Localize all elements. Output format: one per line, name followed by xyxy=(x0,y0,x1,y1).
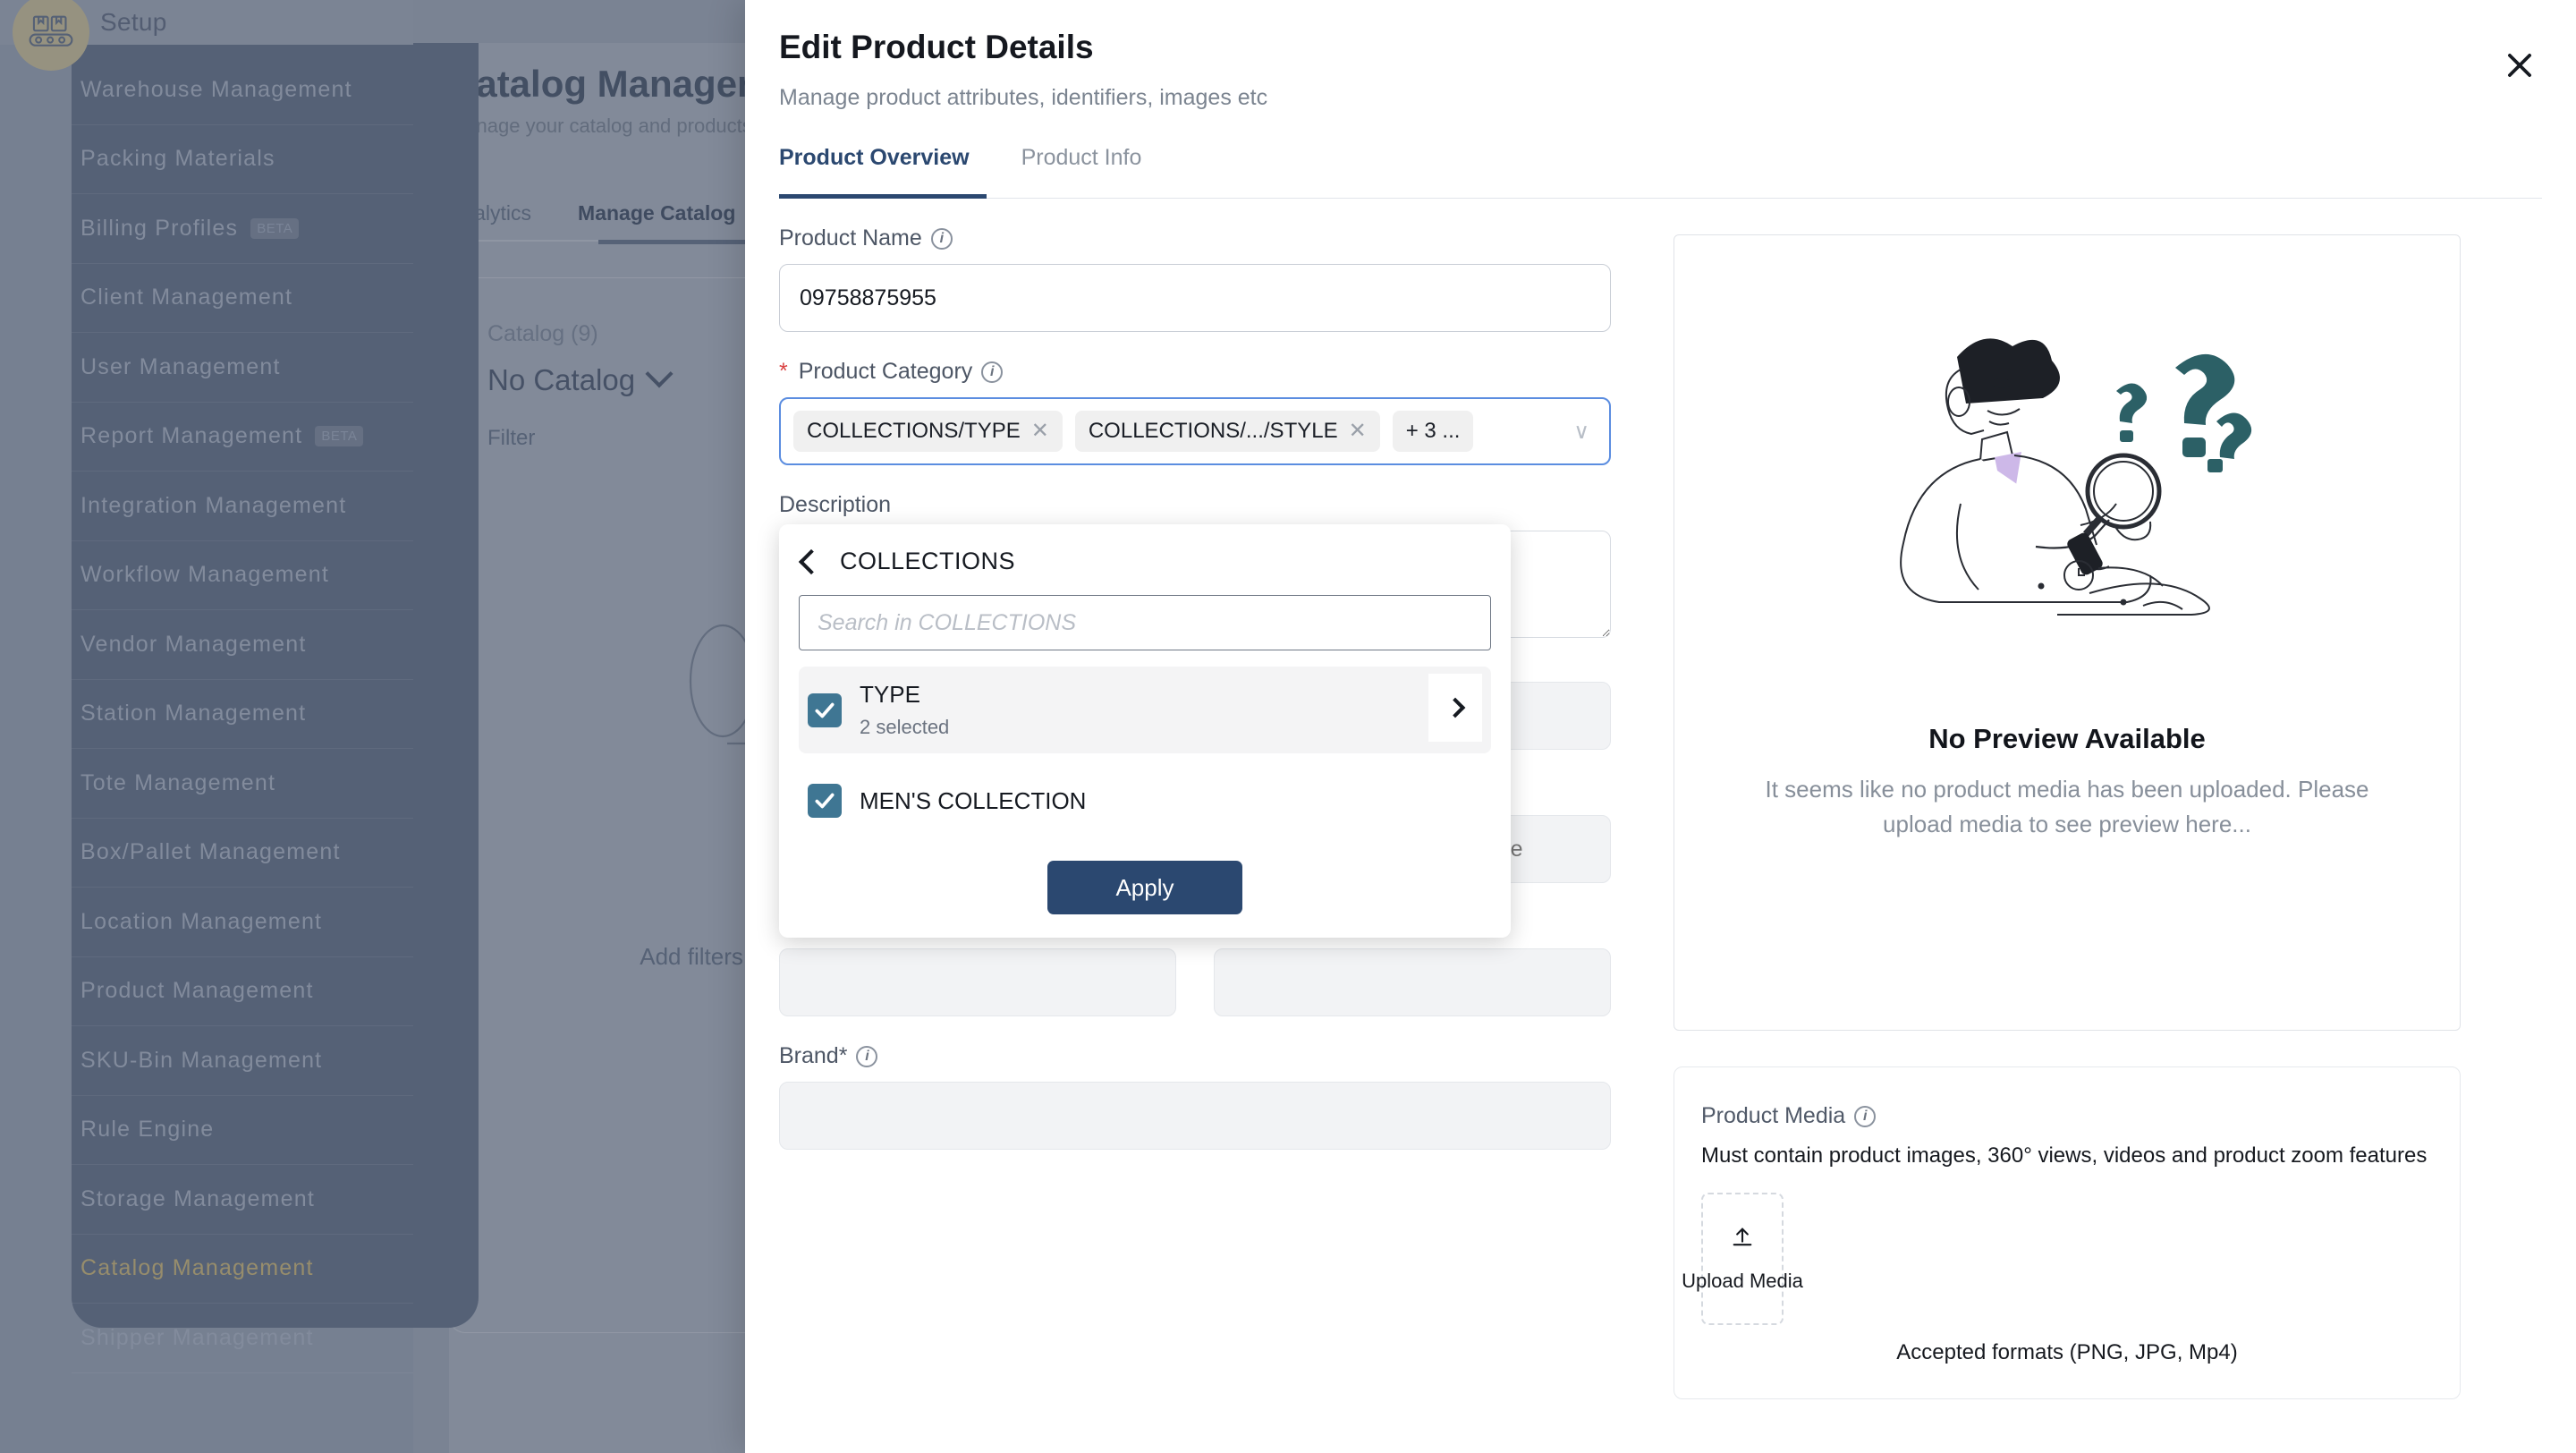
chevron-right-icon[interactable] xyxy=(1428,674,1482,742)
info-icon[interactable]: i xyxy=(981,361,1003,383)
accepted-formats-text: Accepted formats (PNG, JPG, Mp4) xyxy=(1674,1340,2460,1365)
model-input[interactable] xyxy=(779,948,1176,1016)
active-tab-underline xyxy=(779,194,987,199)
dropdown-title: COLLECTIONS xyxy=(840,548,1015,575)
dropdown-search-input[interactable] xyxy=(799,595,1491,650)
category-chip[interactable]: COLLECTIONS/TYPE ✕ xyxy=(793,411,1063,452)
preview-title: No Preview Available xyxy=(1674,723,2460,755)
remove-chip-icon[interactable]: ✕ xyxy=(1031,421,1049,442)
category-chip[interactable]: COLLECTIONS/.../STYLE ✕ xyxy=(1075,411,1380,452)
upload-media-label: Upload Media xyxy=(1682,1270,1803,1293)
modal-subtitle: Manage product attributes, identifiers, … xyxy=(779,85,1267,111)
checkbox-checked-icon[interactable] xyxy=(808,693,842,727)
product-category-label: * Product Category i xyxy=(779,359,1611,385)
preview-description: It seems like no product media has been … xyxy=(1728,772,2406,842)
tab-product-info[interactable]: Product Info xyxy=(1021,145,1142,187)
manufacturer-input[interactable] xyxy=(1214,948,1611,1016)
dropdown-option-label: TYPE xyxy=(860,681,920,708)
info-icon[interactable]: i xyxy=(856,1046,877,1067)
description-label-text: Description xyxy=(779,492,891,518)
modal-title: Edit Product Details xyxy=(779,29,1094,66)
product-category-multiselect[interactable]: COLLECTIONS/TYPE ✕ COLLECTIONS/.../STYLE… xyxy=(779,397,1611,465)
tabs-divider xyxy=(779,198,2542,199)
dropdown-option-mens-collection[interactable]: MEN'S COLLECTION xyxy=(799,769,1491,832)
dropdown-option-text: TYPE 2 selected xyxy=(860,681,949,739)
brand-input[interactable] xyxy=(779,1082,1611,1150)
product-name-input[interactable] xyxy=(779,264,1611,332)
category-chip-label: COLLECTIONS/.../STYLE xyxy=(1089,419,1338,444)
required-asterisk: * xyxy=(779,359,788,385)
dropdown-header: COLLECTIONS xyxy=(802,548,1491,575)
product-media-card: Product Media i Must contain product ima… xyxy=(1674,1066,2461,1399)
brand-label-text: Brand* xyxy=(779,1043,847,1069)
chevron-left-icon[interactable] xyxy=(799,548,824,574)
apply-button[interactable]: Apply xyxy=(1047,861,1242,914)
product-name-label: Product Name i xyxy=(779,225,1611,251)
product-media-title-text: Product Media xyxy=(1701,1103,1845,1129)
close-icon[interactable] xyxy=(2501,47,2538,84)
upload-icon xyxy=(1730,1225,1755,1250)
category-chip-overflow[interactable]: + 3 ... xyxy=(1393,411,1474,452)
description-label: Description xyxy=(779,492,1611,518)
product-name-label-text: Product Name xyxy=(779,225,922,251)
field-brand: Brand* i xyxy=(779,1043,1611,1150)
edit-product-details-modal: Edit Product Details Manage product attr… xyxy=(745,0,2576,1453)
product-category-label-text: Product Category xyxy=(799,359,973,385)
product-media-subtitle: Must contain product images, 360° views,… xyxy=(1701,1143,2427,1168)
no-preview-illustration xyxy=(1875,325,2259,683)
modal-tabs: Product Overview Product Info xyxy=(779,145,1141,187)
category-chip-overflow-label: + 3 ... xyxy=(1406,419,1461,444)
dropdown-option-meta: 2 selected xyxy=(860,716,949,739)
category-dropdown-panel: COLLECTIONS TYPE 2 selected MEN'S COLLEC… xyxy=(779,524,1511,938)
info-icon[interactable]: i xyxy=(1854,1106,1876,1127)
info-icon[interactable]: i xyxy=(931,228,953,250)
dropdown-option-label: MEN'S COLLECTION xyxy=(860,787,1086,815)
chevron-down-icon[interactable]: ∨ xyxy=(1573,419,1597,445)
brand-label: Brand* i xyxy=(779,1043,1611,1069)
checkbox-checked-icon[interactable] xyxy=(808,784,842,818)
field-product-category: * Product Category i COLLECTIONS/TYPE ✕ … xyxy=(779,359,1611,465)
product-media-title: Product Media i xyxy=(1701,1103,1876,1129)
upload-media-button[interactable]: Upload Media xyxy=(1701,1193,1784,1325)
tab-product-overview[interactable]: Product Overview xyxy=(779,145,970,187)
category-chip-label: COLLECTIONS/TYPE xyxy=(807,419,1021,444)
dropdown-option-type[interactable]: TYPE 2 selected xyxy=(799,667,1491,753)
product-preview-card: No Preview Available It seems like no pr… xyxy=(1674,234,2461,1031)
remove-chip-icon[interactable]: ✕ xyxy=(1349,421,1367,442)
field-product-name: Product Name i xyxy=(779,225,1611,332)
